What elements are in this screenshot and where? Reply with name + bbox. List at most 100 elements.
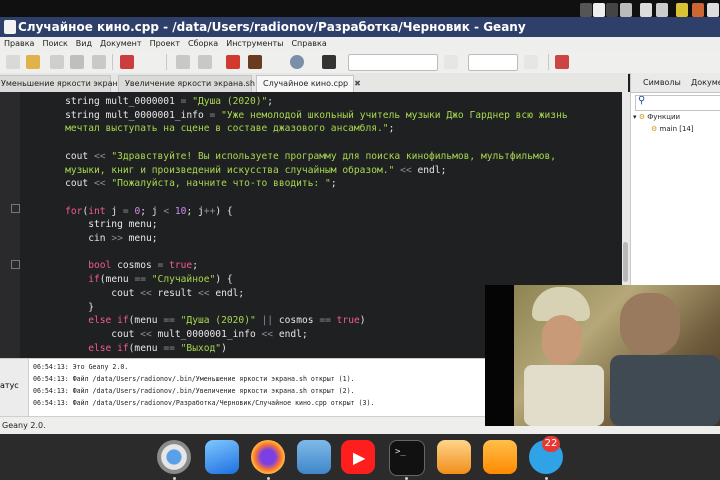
tray-icon-1[interactable] [580,3,592,17]
side-panel-tabs: Символы Докумен [631,73,720,93]
menu-edit[interactable]: Правка [0,37,38,51]
code-token: string menu; [42,219,158,231]
build-icon[interactable] [248,55,262,69]
symbol-search-input[interactable]: ⚲ [635,95,720,111]
tree-item-label: main [14] [659,125,694,133]
code-token: cout [42,150,94,162]
tray-icon-8[interactable] [692,3,704,17]
scrollbar-thumb[interactable] [623,242,628,282]
goto-icon[interactable] [524,55,538,69]
telegram-icon[interactable]: 22 [529,436,563,474]
code-token: ; [330,178,337,190]
search-field[interactable] [348,54,438,71]
notification-badge: 22 [542,436,560,452]
code-token: j [105,205,123,217]
tab-brightness-up[interactable]: Увеличение яркости экрана.sh✖ [118,75,268,93]
editor-gutter [0,92,20,358]
tray-icon-2[interactable] [593,3,605,17]
video-player-overlay[interactable] [485,285,720,426]
tray-icon-5[interactable] [640,3,652,17]
close-file-icon[interactable] [120,55,134,69]
run-icon[interactable] [290,55,304,69]
code-token: endl; [411,164,447,176]
textedit-icon[interactable] [437,440,471,474]
tray-icon-6[interactable] [656,3,668,17]
tray-icon-4[interactable] [620,3,632,17]
face-shape [542,315,582,365]
app-dock: ▶ >_ 22 [0,434,720,480]
goto-line-field[interactable] [468,54,518,71]
code-token: ; [267,96,274,107]
menu-help[interactable]: Справка [287,37,330,51]
menu-view[interactable]: Вид [72,37,96,51]
tab-random-movie[interactable]: Случайное кино.cpp ✖ [256,75,361,93]
tree-group-functions[interactable]: ▾ ⚙ Функции [633,113,680,121]
find-icon[interactable] [444,55,458,69]
close-icon[interactable]: ✖ [354,79,361,88]
revert-icon[interactable] [92,55,106,69]
code-token: "Душа (2020)" [192,96,268,107]
code-token: if [88,274,100,286]
code-token: (menu [99,274,135,286]
firefox-icon[interactable] [251,440,285,474]
video-frame-image [514,285,720,426]
tree-item-main[interactable]: ⚙ main [14] [651,125,694,133]
message-window: атус 06:54:13: Это Geany 2.0. 06:54:13: … [0,358,485,417]
back-icon[interactable] [176,55,190,69]
color-chooser-icon[interactable] [322,55,336,69]
code-line: for(int j = 0; j < 10; j++) { [42,205,233,219]
menu-project[interactable]: Проект [146,37,184,51]
tab-documents[interactable]: Докумен [691,73,720,92]
window-titlebar[interactable]: Случайное кино.cpp - /data/Users/radiono… [0,17,720,37]
code-token: for [65,205,83,217]
code-token: "Душа (2020)" [180,315,256,327]
menu-document[interactable]: Документ [96,37,146,51]
tab-brightness-down[interactable]: Уменьшение яркости экрана.sh✖ [0,75,147,93]
code-token: ) [359,315,366,327]
menu-build[interactable]: Сборка [184,37,222,51]
open-file-icon[interactable] [26,55,40,69]
code-line: else if(menu == "Душа (2020)" || cosmos … [42,314,366,328]
code-token: true [169,260,193,272]
code-token: << [140,328,152,340]
code-token: || [261,315,274,327]
code-token: mult_0000001_info [151,328,262,340]
toolbar-separator [548,54,549,70]
files-icon[interactable] [297,440,331,474]
quit-icon[interactable] [555,55,569,69]
code-line: string menu; [42,218,158,232]
pages-icon[interactable] [483,440,517,474]
code-token: << [261,328,274,340]
fold-marker[interactable] [11,260,20,269]
code-token: ; j [140,205,164,217]
code-token: == [134,274,146,286]
code-line: bool cosmos = true; [42,259,198,273]
menu-tools[interactable]: Инструменты [222,37,287,51]
youtube-icon[interactable]: ▶ [341,440,375,474]
code-token: bool [88,260,112,272]
fold-marker[interactable] [11,204,20,213]
tray-icon-7[interactable] [676,3,688,17]
app-icon [4,20,16,34]
compile-icon[interactable] [226,55,240,69]
tray-icon-9[interactable] [707,3,719,17]
chrome-icon[interactable] [157,440,191,474]
new-file-icon[interactable] [6,55,20,69]
tab-status[interactable]: атус [0,381,19,390]
face-shape [620,293,680,355]
tab-symbols[interactable]: Символы [643,73,681,92]
forward-icon[interactable] [198,55,212,69]
terminal-icon[interactable]: >_ [389,440,425,476]
menu-search[interactable]: Поиск [38,37,71,51]
message-line: 06:54:13: Файл /data/Users/radionov/.bin… [33,387,355,395]
message-line: 06:54:13: Это Geany 2.0. [33,363,129,371]
code-token: ) [221,342,227,354]
save-icon[interactable] [50,55,64,69]
xcode-icon[interactable] [205,440,239,474]
save-all-icon[interactable] [70,55,84,69]
code-token: cout [42,178,94,190]
tray-icon-3[interactable] [606,3,618,17]
